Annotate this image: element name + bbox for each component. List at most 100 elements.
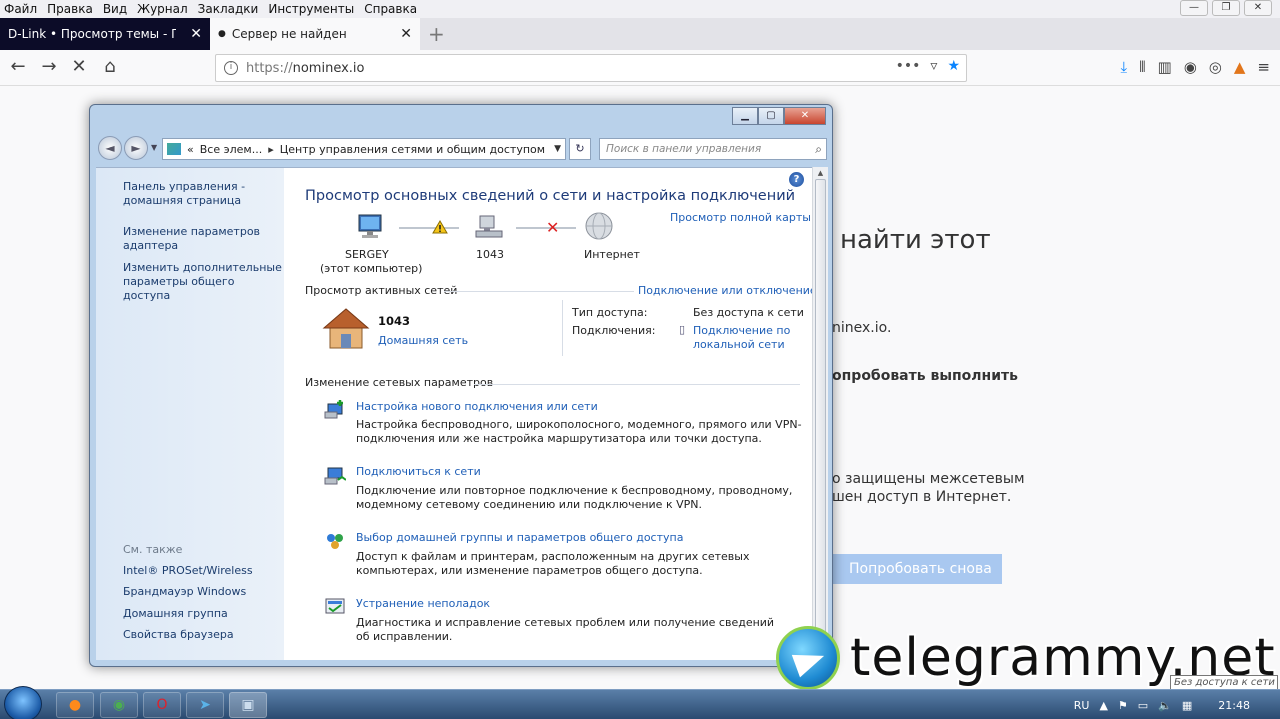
link-troubleshoot[interactable]: Устранение неполадок — [356, 597, 490, 611]
home-button[interactable]: ⌂ — [98, 56, 122, 80]
search-icon[interactable]: ⌕ — [815, 139, 822, 159]
telegram-icon: ➤ — [199, 697, 211, 713]
link-change-adapter-settings[interactable]: Изменение параметров адаптера — [123, 225, 283, 253]
loading-dot-icon: ● — [218, 29, 226, 39]
url-protocol: https:// — [246, 60, 293, 76]
link-intel-proset[interactable]: Intel® PROSet/Wireless — [123, 564, 283, 578]
error-heading: найти этот — [840, 225, 991, 255]
breadcrumb-chevron-icon: « — [187, 142, 194, 156]
breadcrumb-all-items[interactable]: Все элем... — [200, 143, 262, 156]
menu-bookmarks[interactable]: Закладки — [198, 2, 259, 16]
flag-icon[interactable]: ⚑ — [1118, 699, 1128, 712]
browser-restore-button[interactable]: ❐ — [1212, 0, 1240, 16]
recent-pages-dropdown-icon[interactable]: ▼ — [151, 143, 157, 152]
menu-view[interactable]: Вид — [103, 2, 127, 16]
search-input[interactable]: Поиск в панели управления ⌕ — [599, 138, 827, 160]
troubleshoot-icon — [324, 596, 346, 618]
scroll-thumb[interactable] — [815, 179, 826, 649]
link-advanced-sharing-settings[interactable]: Изменить дополнительные параметры общего… — [123, 261, 283, 303]
navigation-toolbar: ← → ✕ ⌂ i https://nominex.io ••• ▿ ★ ⤓ ⫴… — [0, 50, 1280, 86]
forward-button[interactable]: → — [37, 56, 61, 80]
menu-help[interactable]: Справка — [364, 2, 417, 16]
sync-icon[interactable]: ◎ — [1209, 58, 1222, 76]
help-icon[interactable]: ? — [789, 172, 804, 187]
link-full-map[interactable]: Просмотр полной карты — [670, 211, 811, 225]
taskbar-control-panel[interactable]: ▣ — [229, 692, 267, 718]
network-switch-icon — [474, 213, 504, 241]
taskbar-opera[interactable]: O — [143, 692, 181, 718]
computer-subtitle: (этот компьютер) — [320, 262, 423, 275]
error-host: ninex.io. — [832, 320, 892, 336]
sidebar-icon[interactable]: ▥ — [1158, 58, 1172, 76]
browser-minimize-button[interactable]: — — [1180, 0, 1208, 16]
back-button[interactable]: ← — [6, 56, 30, 80]
maximize-button[interactable]: ▢ — [758, 107, 784, 125]
taskbar-telegram[interactable]: ➤ — [186, 692, 224, 718]
retry-button[interactable]: Попробовать снова — [832, 554, 1002, 584]
more-actions-icon[interactable]: ••• — [896, 58, 921, 74]
menu-edit[interactable]: Правка — [47, 2, 93, 16]
pocket-icon[interactable]: ▿ — [930, 58, 937, 74]
start-button[interactable] — [4, 686, 42, 719]
address-row: ◄ ► ▼ « Все элем... ▸ Центр управления с… — [96, 135, 827, 161]
menu-history[interactable]: Журнал — [137, 2, 188, 16]
volume-icon[interactable]: 🔈 — [1158, 699, 1172, 712]
url-bar[interactable]: i https://nominex.io ••• ▿ ★ — [215, 54, 967, 82]
menu-file[interactable]: Файл — [4, 2, 37, 16]
network-name: 1043 — [378, 314, 411, 328]
link-control-panel-home[interactable]: Панель управления - домашняя страница — [123, 180, 283, 208]
tab-dlink[interactable]: D-Link • Просмотр темы - Попытка ✕ — [0, 18, 210, 50]
error-suggestion: опробовать выполнить — [832, 368, 1018, 384]
close-button[interactable]: ✕ — [784, 107, 826, 125]
stop-button[interactable]: ✕ — [67, 56, 91, 80]
browser-menubar: Файл Правка Вид Журнал Закладки Инструме… — [0, 0, 1280, 18]
browser-close-button[interactable]: ✕ — [1244, 0, 1272, 16]
menu-tools[interactable]: Инструменты — [268, 2, 354, 16]
show-hidden-icons-icon[interactable]: ▲ — [1099, 699, 1107, 712]
access-type-label: Тип доступа: — [572, 306, 648, 319]
metamask-icon[interactable]: ▲ — [1234, 58, 1246, 76]
link-lan-connection[interactable]: Подключение по локальной сети — [693, 324, 803, 352]
link-connect-disconnect[interactable]: Подключение или отключение — [638, 284, 817, 298]
language-indicator[interactable]: RU — [1074, 699, 1090, 712]
bookmark-star-icon[interactable]: ★ — [947, 58, 960, 74]
link-internet-options[interactable]: Свойства браузера — [123, 628, 283, 642]
minimize-button[interactable]: ▁ — [732, 107, 758, 125]
link-homegroup-sharing[interactable]: Выбор домашней группы и параметров общег… — [356, 531, 683, 545]
refresh-button[interactable]: ↻ — [569, 138, 591, 160]
link-setup-new-connection[interactable]: Настройка нового подключения или сети — [356, 400, 598, 414]
chevron-down-icon[interactable]: ▼ — [554, 144, 561, 154]
info-icon[interactable]: i — [224, 61, 238, 75]
link-network-type[interactable]: Домашняя сеть — [378, 334, 468, 348]
new-tab-button[interactable]: + — [428, 22, 445, 46]
close-icon[interactable]: ✕ — [190, 26, 202, 42]
link-homegroup[interactable]: Домашняя группа — [123, 607, 283, 621]
forward-button[interactable]: ► — [124, 136, 148, 160]
hamburger-menu-icon[interactable]: ≡ — [1257, 58, 1270, 76]
close-icon[interactable]: ✕ — [400, 26, 412, 42]
firefox-icon: ● — [68, 697, 82, 713]
homegroup-icon — [324, 530, 346, 552]
account-icon[interactable]: ◉ — [1184, 58, 1197, 76]
back-button[interactable]: ◄ — [98, 136, 122, 160]
library-icon[interactable]: ⫴ — [1139, 58, 1145, 76]
monitor-icon[interactable]: ▭ — [1138, 699, 1148, 712]
clock[interactable]: 21:48 — [1218, 699, 1250, 712]
link-connect-to-network[interactable]: Подключиться к сети — [356, 465, 481, 479]
taskbar-chrome[interactable]: ◉ — [100, 692, 138, 718]
address-bar[interactable]: « Все элем... ▸ Центр управления сетями … — [162, 138, 566, 160]
scroll-up-icon[interactable]: ▲ — [815, 169, 826, 179]
network-status-icon[interactable]: ▦ — [1182, 699, 1192, 712]
vertical-scrollbar[interactable]: ▲ ▼ — [812, 167, 828, 660]
connect-network-icon — [324, 464, 347, 486]
see-also-heading: См. также — [123, 543, 183, 556]
breadcrumb-network-center[interactable]: Центр управления сетями и общим доступом — [280, 143, 545, 156]
tab-server-not-found[interactable]: ● Сервер не найден ✕ — [210, 18, 420, 50]
computer-icon — [356, 213, 386, 241]
link-windows-firewall[interactable]: Брандмауэр Windows — [123, 585, 283, 599]
divider — [562, 300, 563, 356]
adapter-icon: ▯ — [679, 323, 686, 336]
home-icon: ⌂ — [104, 56, 116, 77]
taskbar-firefox[interactable]: ● — [56, 692, 94, 718]
download-icon[interactable]: ⤓ — [1121, 58, 1128, 76]
